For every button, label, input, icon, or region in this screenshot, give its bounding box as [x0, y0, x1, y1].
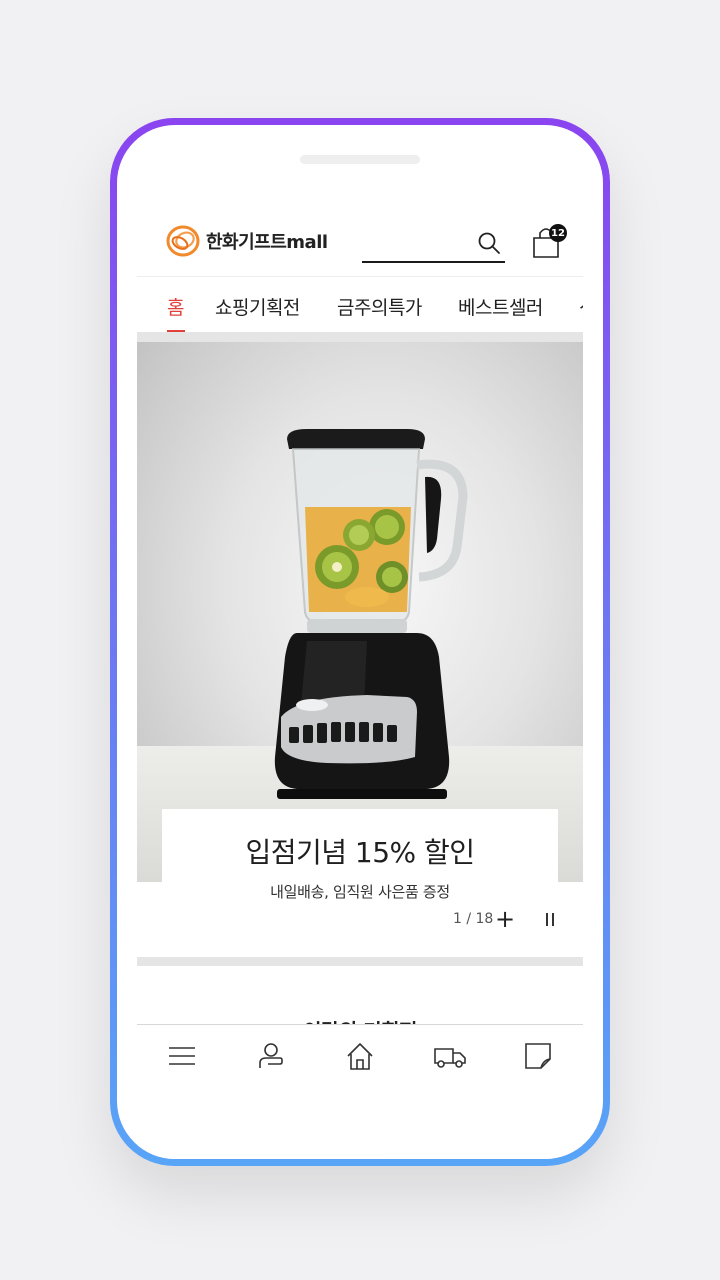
banner-title: 입점기념 15% 할인 — [245, 836, 475, 869]
logo-text: 한화기프트mall — [206, 232, 328, 253]
banner-caption: 입점기념 15% 할인 내일배송, 임직원 사은품 증정 — [162, 809, 558, 901]
hanwha-logo-icon — [166, 225, 200, 257]
tab-new[interactable]: 신 — [579, 293, 583, 320]
banner-subtitle: 내일배송, 임직원 사은품 증정 — [270, 883, 450, 901]
section-divider-2 — [137, 957, 583, 966]
search-bar[interactable] — [362, 225, 505, 263]
banner-more-icon[interactable]: + — [495, 905, 515, 933]
recent-view-icon[interactable] — [523, 1041, 553, 1071]
app-header: 한화기프트mall 12 — [137, 197, 583, 277]
pause-icon[interactable] — [545, 913, 555, 926]
phone-speaker — [300, 155, 420, 164]
search-icon[interactable] — [477, 231, 501, 255]
search-input[interactable] — [362, 225, 470, 259]
cart-button[interactable]: 12 — [532, 224, 568, 259]
section-divider — [137, 332, 583, 342]
tab-shopping-event[interactable]: 쇼핑기획전 — [215, 293, 300, 320]
main-banner[interactable] — [137, 342, 583, 882]
phone-screen: 한화기프트mall 12 홈 쇼핑기획전 금주의특가 베스트셀러 입점기념 15… — [117, 125, 603, 1159]
cart-count-badge: 12 — [549, 224, 567, 242]
banner-page-indicator: 1 / 18 — [453, 911, 494, 927]
user-icon[interactable] — [256, 1041, 286, 1071]
tab-bestseller[interactable]: 베스트셀러 — [458, 293, 543, 320]
blender-product-image — [274, 429, 468, 799]
delivery-truck-icon[interactable] — [433, 1041, 467, 1071]
bottom-navigation — [137, 1024, 583, 1159]
app-screen: 한화기프트mall 12 홈 쇼핑기획전 금주의특가 베스트셀러 입점기념 15… — [137, 197, 583, 1159]
tab-home[interactable]: 홈 — [167, 293, 184, 320]
tab-weekly-deal[interactable]: 금주의특가 — [337, 293, 422, 320]
home-icon[interactable] — [345, 1041, 375, 1071]
logo[interactable]: 한화기프트mall — [164, 223, 328, 259]
menu-icon[interactable] — [167, 1041, 197, 1071]
category-tabs: 홈 쇼핑기획전 금주의특가 베스트셀러 신 — [137, 277, 583, 332]
